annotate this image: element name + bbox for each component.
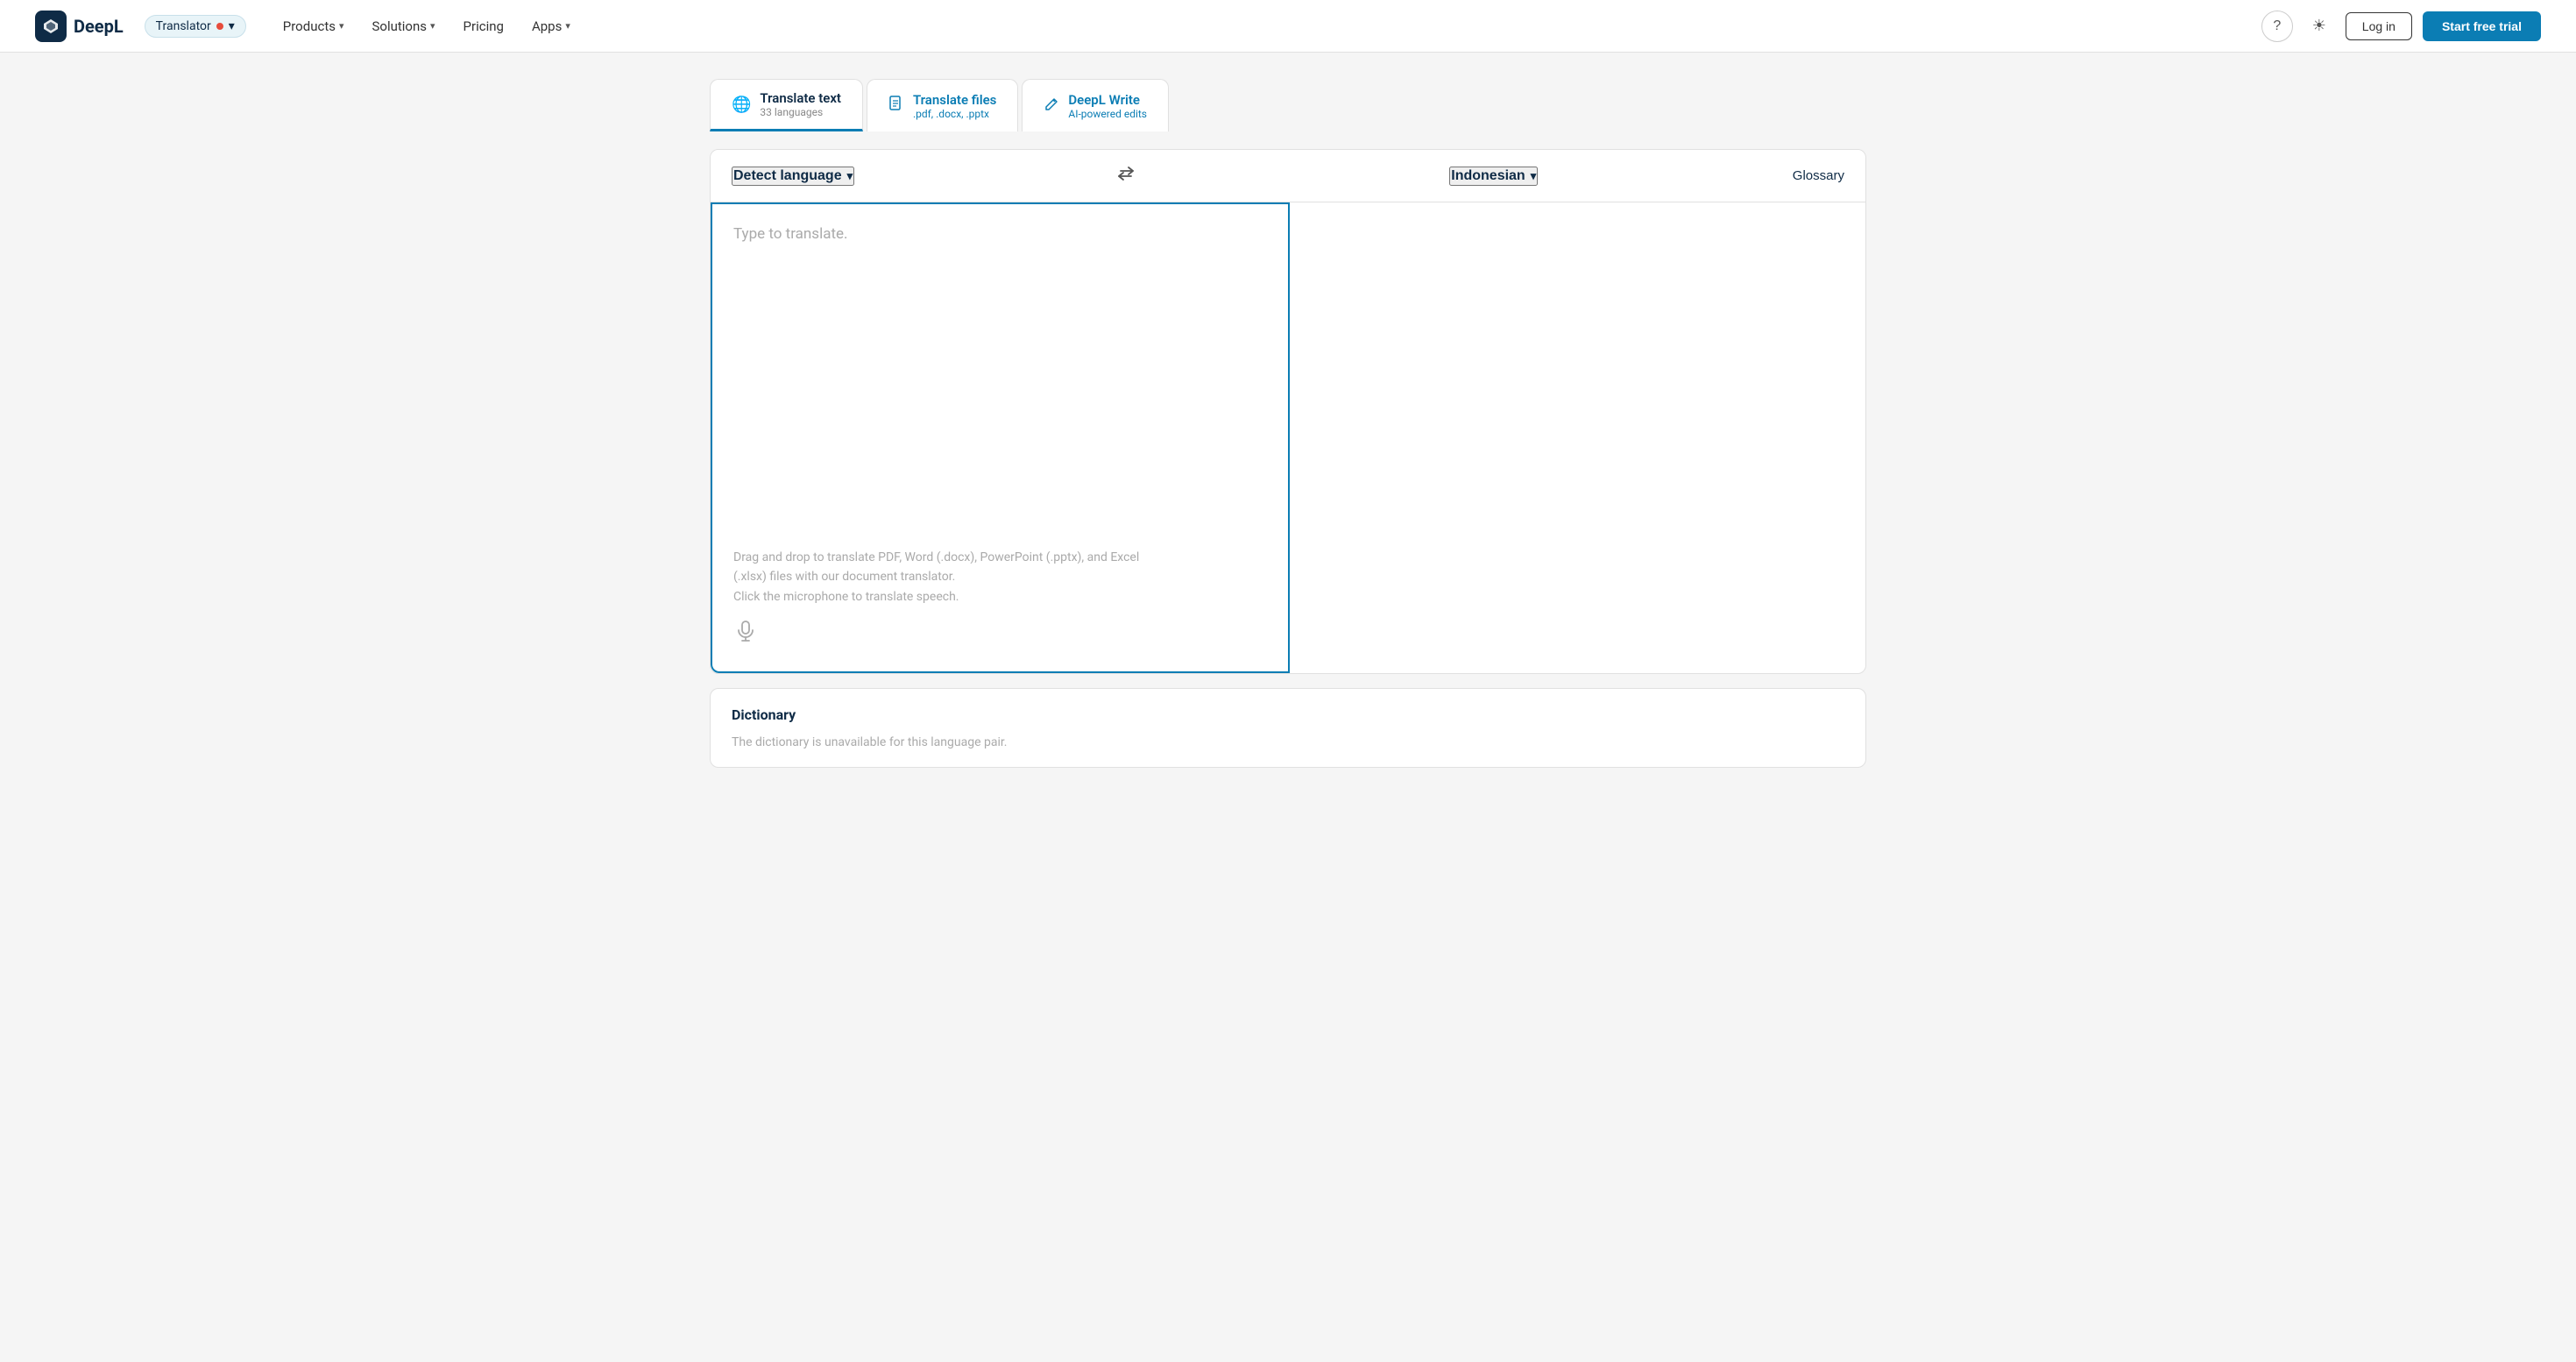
nav-right: ? ☀ Log in Start free trial [2261, 11, 2541, 42]
logo-link[interactable]: DeepL [35, 11, 124, 42]
source-bottom [733, 607, 1267, 650]
apps-chevron-icon: ▾ [565, 20, 570, 32]
dictionary-title: Dictionary [732, 706, 1844, 723]
translator-box: Detect language ▾ Indonesian ▾ Glossary [710, 149, 1866, 674]
target-language-selector[interactable]: Indonesian ▾ [1449, 167, 1538, 186]
source-hint: Drag and drop to translate PDF, Word (.d… [733, 548, 1267, 607]
nav-solutions[interactable]: Solutions ▾ [360, 13, 448, 39]
translator-mode-btn[interactable]: Translator ▾ [145, 15, 246, 38]
target-lang-chevron-icon: ▾ [1531, 169, 1537, 183]
navbar: DeepL Translator ▾ Products ▾ Solutions … [0, 0, 2576, 53]
source-text-input[interactable] [733, 225, 1267, 541]
dictionary-message: The dictionary is unavailable for this l… [732, 735, 1844, 749]
nav-products[interactable]: Products ▾ [271, 13, 357, 39]
theme-toggle-button[interactable]: ☀ [2304, 11, 2335, 42]
source-lang-chevron-icon: ▾ [847, 169, 853, 183]
tab-deepl-write[interactable]: DeepL Write AI-powered edits [1022, 79, 1169, 131]
source-language-label: Detect language [733, 168, 842, 184]
glossary-button[interactable]: Glossary [1793, 168, 1844, 183]
tab-text-deepl-write: DeepL Write AI-powered edits [1068, 92, 1147, 120]
translate-text-title: Translate text [760, 90, 841, 106]
tab-translate-files[interactable]: Translate files .pdf, .docx, .pptx [867, 79, 1018, 131]
deepl-write-icon [1044, 96, 1059, 116]
translate-text-icon: 🌐 [732, 96, 751, 114]
microphone-button[interactable] [733, 617, 758, 650]
help-button[interactable]: ? [2261, 11, 2293, 42]
main-content: 🌐 Translate text 33 languages Translate … [675, 53, 1901, 794]
deepl-write-subtitle: AI-powered edits [1068, 108, 1147, 120]
products-chevron-icon: ▾ [339, 20, 344, 32]
tab-translate-text[interactable]: 🌐 Translate text 33 languages [710, 79, 863, 131]
solutions-chevron-icon: ▾ [430, 20, 435, 32]
source-panel: Drag and drop to translate PDF, Word (.d… [711, 202, 1290, 673]
active-dot [216, 23, 223, 30]
dictionary-box: Dictionary The dictionary is unavailable… [710, 688, 1866, 768]
help-icon: ? [2273, 18, 2281, 34]
translate-files-subtitle: .pdf, .docx, .pptx [913, 108, 996, 120]
translation-panels: Drag and drop to translate PDF, Word (.d… [711, 202, 1865, 673]
swap-languages-button[interactable] [1109, 162, 1143, 189]
translate-files-icon [888, 96, 904, 116]
logo-icon [35, 11, 67, 42]
nav-apps[interactable]: Apps ▾ [520, 13, 583, 39]
target-panel [1290, 202, 1865, 673]
deepl-write-title: DeepL Write [1068, 92, 1147, 108]
language-bar: Detect language ▾ Indonesian ▾ Glossary [711, 150, 1865, 202]
start-trial-button[interactable]: Start free trial [2423, 11, 2541, 41]
tabs: 🌐 Translate text 33 languages Translate … [710, 79, 1866, 131]
tab-text-translate-files: Translate files .pdf, .docx, .pptx [913, 92, 996, 120]
nav-menu: Products ▾ Solutions ▾ Pricing Apps ▾ [271, 13, 2254, 39]
target-language-label: Indonesian [1451, 168, 1525, 184]
translate-files-title: Translate files [913, 92, 996, 108]
login-button[interactable]: Log in [2346, 12, 2412, 40]
source-language-selector[interactable]: Detect language ▾ [732, 167, 854, 186]
tab-text-translate-text: Translate text 33 languages [760, 90, 841, 118]
nav-pricing[interactable]: Pricing [451, 13, 516, 39]
logo-text: DeepL [74, 16, 124, 37]
translate-text-subtitle: 33 languages [760, 106, 841, 118]
translator-chevron-icon: ▾ [229, 19, 235, 33]
theme-icon: ☀ [2312, 17, 2326, 35]
translator-label: Translator [156, 19, 211, 33]
